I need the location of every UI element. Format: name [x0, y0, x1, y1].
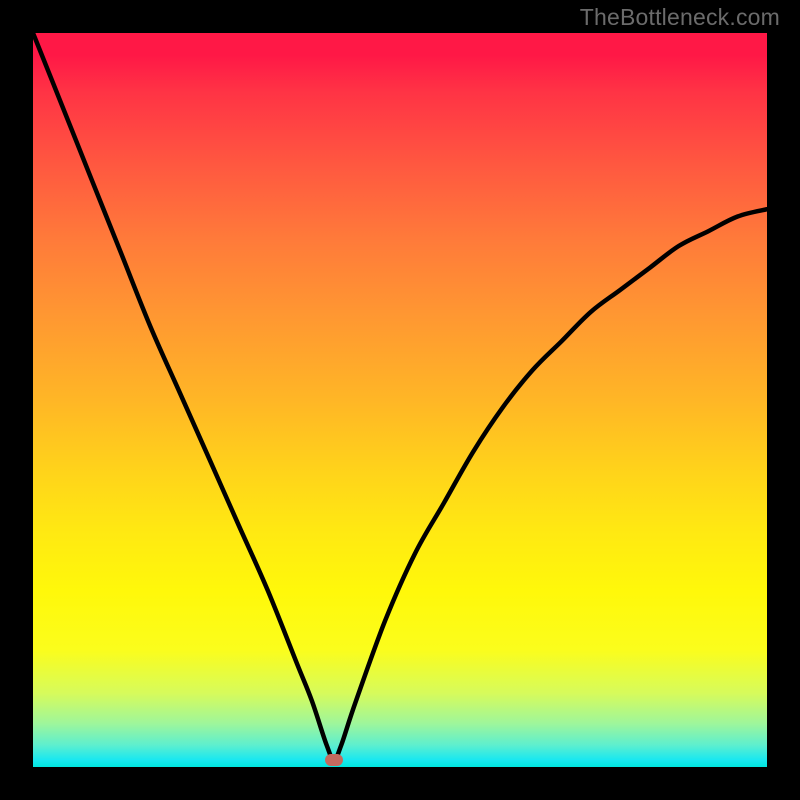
attribution-text: TheBottleneck.com	[580, 4, 780, 31]
plot-area	[33, 33, 767, 767]
curve-path	[33, 33, 767, 760]
chart-frame: TheBottleneck.com	[0, 0, 800, 800]
minimum-marker	[325, 754, 343, 766]
curve-svg	[33, 33, 767, 767]
